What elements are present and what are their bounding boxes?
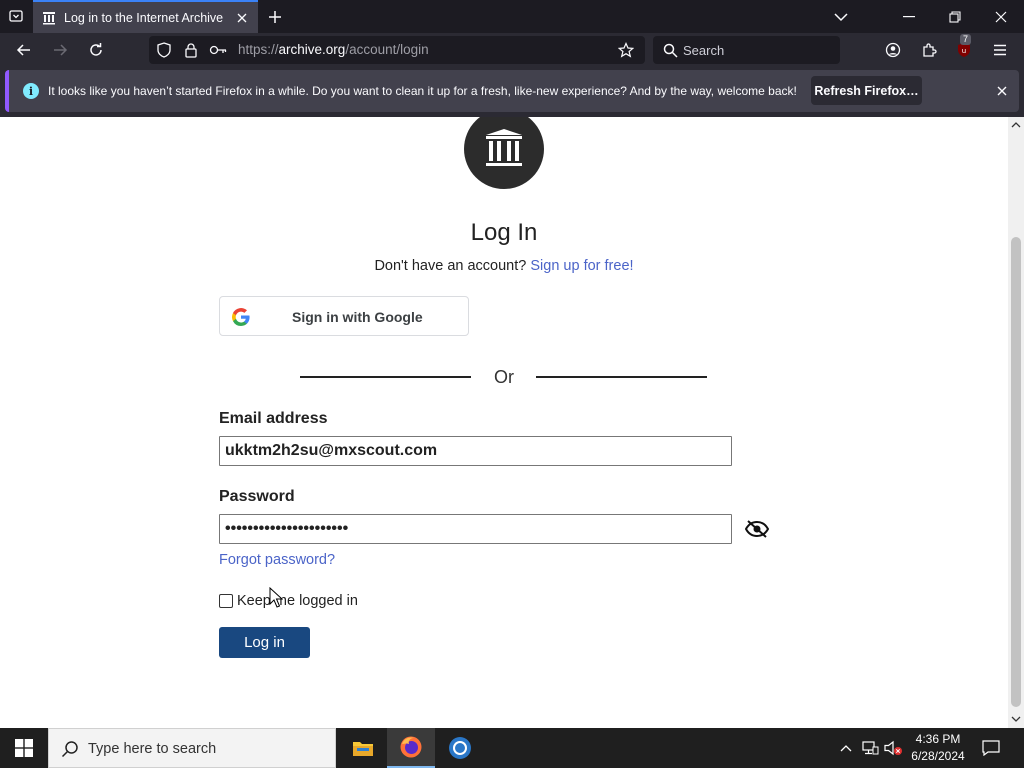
password-field[interactable] bbox=[219, 514, 732, 544]
email-field[interactable] bbox=[219, 436, 732, 466]
search-placeholder: Search bbox=[683, 43, 725, 58]
google-g-icon bbox=[232, 308, 250, 326]
action-center-icon[interactable] bbox=[978, 737, 1004, 759]
info-icon: i bbox=[23, 83, 39, 99]
archive-favicon-icon bbox=[41, 10, 57, 26]
log-in-button[interactable]: Log in bbox=[219, 627, 310, 658]
scrollbar-thumb[interactable] bbox=[1011, 237, 1021, 707]
tab-title: Log in to the Internet Archive bbox=[64, 10, 224, 25]
password-label: Password bbox=[219, 488, 295, 505]
refresh-firefox-button[interactable]: Refresh Firefox… bbox=[811, 76, 922, 105]
divider-left bbox=[300, 376, 471, 378]
scroll-up-arrow-icon[interactable] bbox=[1011, 120, 1021, 130]
keep-logged-in-checkbox[interactable] bbox=[219, 594, 233, 608]
signup-prompt: Don't have an account? Sign up for free! bbox=[0, 258, 1008, 274]
list-all-tabs-icon[interactable] bbox=[4, 4, 28, 28]
page-scrollbar[interactable] bbox=[1008, 117, 1024, 728]
mouse-cursor-icon bbox=[269, 587, 283, 608]
tab-close-icon[interactable] bbox=[231, 7, 253, 29]
lock-icon[interactable] bbox=[182, 41, 200, 59]
navigation-toolbar: https://archive.org/account/login Search… bbox=[0, 33, 1024, 67]
toggle-password-visibility-icon[interactable] bbox=[745, 519, 769, 539]
forward-arrow-icon[interactable] bbox=[47, 37, 73, 63]
tab-strip: Log in to the Internet Archive bbox=[0, 0, 1024, 33]
or-divider-text: Or bbox=[494, 367, 514, 387]
tab-internet-archive[interactable]: Log in to the Internet Archive bbox=[33, 0, 258, 33]
bookmark-star-icon[interactable] bbox=[617, 41, 635, 59]
minimize-icon[interactable] bbox=[886, 0, 932, 33]
key-permissions-icon[interactable] bbox=[209, 41, 227, 59]
search-bar[interactable]: Search bbox=[653, 36, 840, 64]
url-host: archive.org bbox=[278, 42, 346, 57]
search-icon bbox=[661, 41, 679, 59]
new-tab-icon[interactable] bbox=[263, 5, 287, 29]
firefox-taskbar-icon[interactable] bbox=[387, 728, 435, 768]
page-title: Log In bbox=[470, 219, 538, 246]
windows-start-icon[interactable] bbox=[0, 728, 48, 768]
windows-taskbar: Type here to search 4:36 PM 6/28/2024 bbox=[0, 728, 1024, 768]
back-arrow-icon[interactable] bbox=[11, 37, 37, 63]
sign-in-with-google-button[interactable]: Sign in with Google bbox=[219, 296, 469, 336]
address-bar[interactable]: https://archive.org/account/login bbox=[149, 36, 645, 64]
divider-right bbox=[536, 376, 707, 378]
taskbar-search-icon bbox=[61, 741, 78, 758]
refresh-firefox-notification: i It looks like you haven’t started Fire… bbox=[5, 70, 1019, 112]
keep-logged-in-label[interactable]: Keep me logged in bbox=[237, 593, 358, 609]
hamburger-menu-icon[interactable] bbox=[987, 37, 1013, 63]
volume-muted-icon[interactable] bbox=[884, 738, 904, 758]
notification-message: It looks like you haven’t started Firefo… bbox=[48, 84, 797, 98]
forgot-password-link[interactable]: Forgot password? bbox=[219, 552, 335, 568]
clock-time: 4:36 PM bbox=[915, 732, 961, 746]
notification-close-icon[interactable] bbox=[992, 81, 1012, 101]
url-text: https://archive.org/account/login bbox=[238, 42, 429, 57]
taskbar-search-placeholder: Type here to search bbox=[88, 741, 217, 757]
notification-area: i It looks like you haven’t started Fire… bbox=[0, 67, 1024, 117]
page-content: Log In Don't have an account? Sign up fo… bbox=[0, 117, 1008, 728]
file-explorer-icon[interactable] bbox=[339, 728, 387, 768]
reload-icon[interactable] bbox=[83, 37, 109, 63]
network-icon[interactable] bbox=[860, 738, 880, 758]
chrome-taskbar-icon[interactable] bbox=[436, 728, 484, 768]
show-hidden-icons-chevron-icon[interactable] bbox=[836, 738, 856, 758]
google-button-label: Sign in with Google bbox=[292, 309, 423, 325]
extensions-puzzle-icon[interactable] bbox=[916, 37, 942, 63]
internet-archive-logo[interactable] bbox=[464, 117, 544, 189]
restore-icon[interactable] bbox=[932, 0, 978, 33]
tab-overflow-chevron-icon[interactable] bbox=[818, 0, 864, 33]
window-close-icon[interactable] bbox=[978, 0, 1024, 33]
system-clock[interactable]: 4:36 PM 6/28/2024 bbox=[904, 731, 972, 765]
url-path: /account/login bbox=[345, 42, 429, 57]
tracking-protection-shield-icon[interactable] bbox=[155, 41, 173, 59]
email-label: Email address bbox=[219, 410, 328, 427]
taskbar-search-box[interactable]: Type here to search bbox=[48, 728, 336, 768]
no-account-text: Don't have an account? bbox=[374, 258, 527, 274]
url-scheme: https:// bbox=[238, 42, 279, 57]
scroll-down-arrow-icon[interactable] bbox=[1011, 714, 1021, 724]
clock-date: 6/28/2024 bbox=[911, 749, 965, 763]
ublock-badge-count: 7 bbox=[960, 34, 972, 45]
account-icon[interactable] bbox=[880, 37, 906, 63]
svg-text:u: u bbox=[962, 47, 966, 55]
signup-link[interactable]: Sign up for free! bbox=[530, 258, 633, 274]
